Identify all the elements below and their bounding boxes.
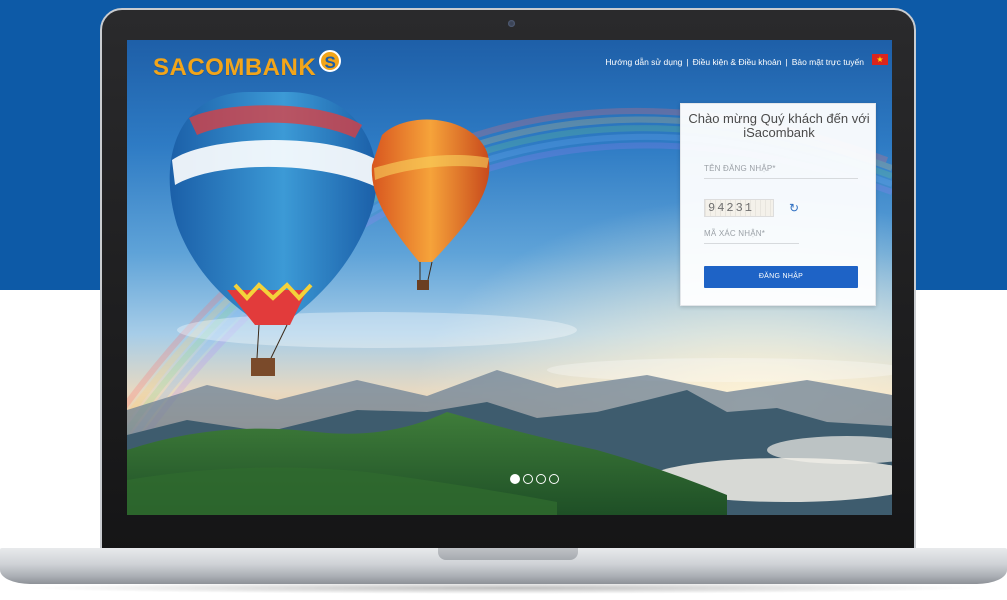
- carousel-dot[interactable]: [536, 474, 546, 484]
- link-separator: |: [785, 57, 788, 67]
- link-user-guide[interactable]: Hướng dẫn sử dụng: [605, 57, 682, 67]
- laptop-screen: SACOMBANK S Hướng dẫn sử dụng | Điều kiệ…: [127, 40, 892, 515]
- welcome-heading: Chào mừng Quý khách đến với iSacombank: [688, 111, 870, 140]
- logo-mark-icon: S: [319, 50, 342, 72]
- carousel-dot[interactable]: [523, 474, 533, 484]
- carousel-dot[interactable]: [510, 474, 520, 484]
- link-separator: |: [686, 57, 689, 67]
- header-links: Hướng dẫn sử dụng | Điều kiện & Điều kho…: [605, 57, 864, 67]
- camera-icon: [508, 20, 515, 27]
- refresh-icon[interactable]: ↻: [789, 202, 801, 214]
- laptop-notch: [438, 548, 578, 560]
- link-terms[interactable]: Điều kiện & Điều khoản: [693, 57, 782, 67]
- captcha-image: 94231: [704, 199, 774, 217]
- login-button[interactable]: ĐĂNG NHẬP: [704, 266, 858, 288]
- logo-text: SACOMBANK: [153, 54, 317, 81]
- username-field[interactable]: TÊN ĐĂNG NHẬP*: [704, 164, 858, 179]
- carousel-dot[interactable]: [549, 474, 559, 484]
- link-online-security[interactable]: Bảo mật trực tuyến: [792, 57, 864, 67]
- captcha-field[interactable]: MÃ XÁC NHẬN*: [704, 229, 799, 244]
- vietnam-flag-icon[interactable]: ★: [872, 54, 888, 65]
- sacombank-logo[interactable]: SACOMBANK S: [153, 50, 342, 82]
- carousel-indicators: [510, 474, 559, 484]
- login-card: Chào mừng Quý khách đến với iSacombank T…: [680, 103, 876, 306]
